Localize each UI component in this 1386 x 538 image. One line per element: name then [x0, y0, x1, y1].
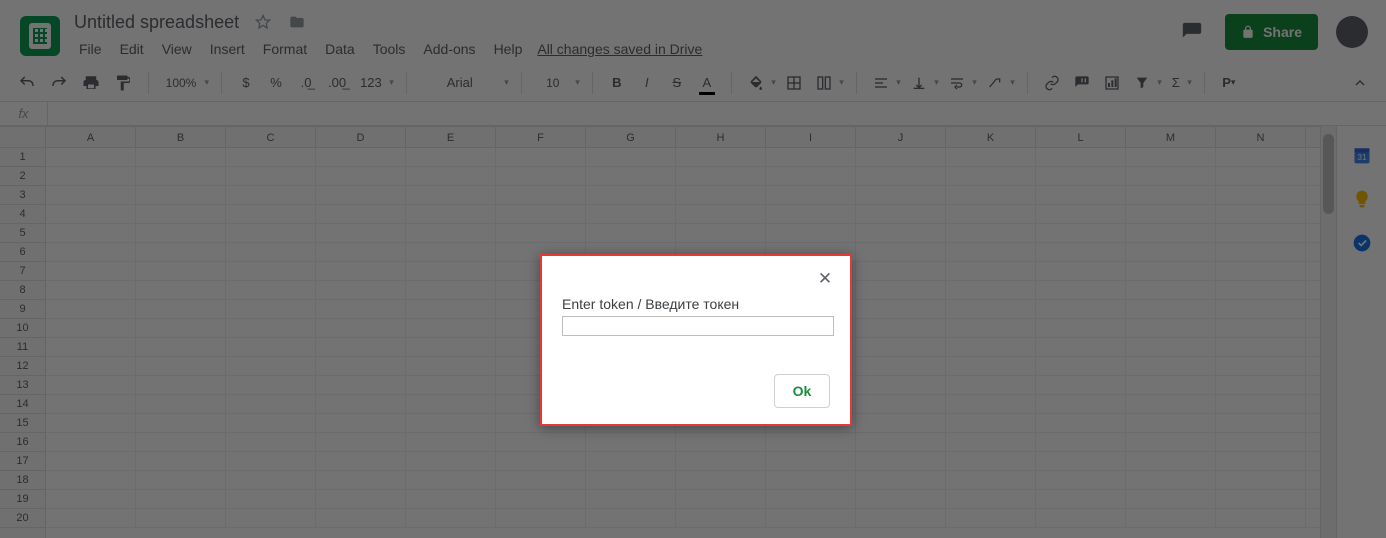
dialog-ok-button[interactable]: Ok: [774, 374, 830, 408]
token-dialog: ✕ Enter token / Введите токен Ok: [540, 254, 852, 426]
dialog-close-icon[interactable]: ✕: [816, 270, 834, 288]
dialog-prompt: Enter token / Введите токен: [562, 296, 830, 312]
token-input[interactable]: [562, 316, 834, 336]
app-root: Untitled spreadsheet File Edit View Inse…: [0, 0, 1386, 538]
